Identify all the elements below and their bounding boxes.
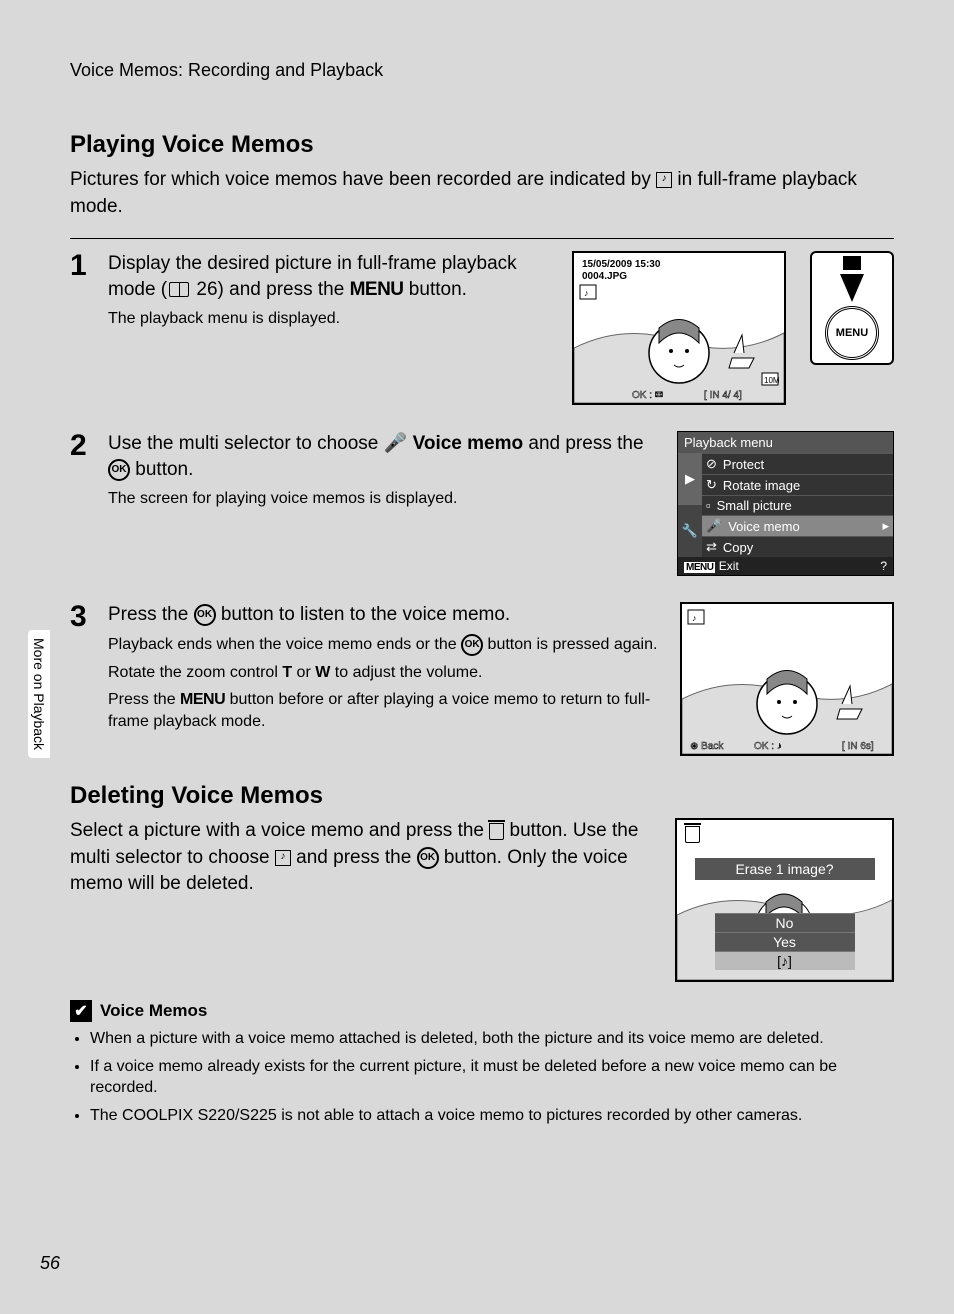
svg-text:OK : ♪: OK : ♪ [754,741,782,752]
step-number: 2 [70,431,98,461]
note-item: When a picture with a voice memo attache… [90,1028,894,1050]
menu-item-copy: ⇄Copy [702,536,893,557]
menu-item-small: ▫Small picture [702,495,893,515]
step-1: 1 Display the desired picture in full-fr… [70,251,894,405]
menu-title: Playback menu [678,432,893,453]
help-icon: ? [880,559,887,573]
notes-section: ✔ Voice Memos When a picture with a voic… [70,1000,894,1126]
ok-button-icon: OK [461,634,483,656]
svg-text:OK : ✉: OK : ✉ [632,390,663,401]
heading-deleting: Deleting Voice Memos [70,782,894,810]
ok-button-icon: OK [417,847,439,869]
voice-memo-icon: ♪ [656,172,672,188]
page-number: 56 [40,1253,60,1274]
heading-playing: Playing Voice Memos [70,131,894,159]
menu-button-circle: MENU [825,306,879,360]
arrow-down-icon [840,274,864,302]
menu-item-rotate: ↻Rotate image [702,474,893,495]
rotate-icon: ↻ [706,477,717,493]
trash-icon [489,823,504,840]
trash-icon [685,826,700,844]
delete-text: Select a picture with a voice memo and p… [70,818,655,898]
divider [70,238,894,239]
erase-option-no: No [715,913,855,932]
lcd-date: 15/05/2009 15:30 [582,259,661,270]
svg-text:10M: 10M [764,376,780,385]
menu-button-diagram: MENU [810,251,894,365]
voice-memo-file-icon: ♪ [275,850,291,866]
note-check-icon: ✔ [70,1000,92,1022]
step-number: 1 [70,251,98,281]
erase-option-yes: Yes [715,932,855,951]
note-title: Voice Memos [100,1001,207,1021]
play-tab-icon: ▶ [678,453,702,505]
mic-icon: 🎤 [384,433,413,454]
menu-item-protect: ⊘Protect [702,453,893,474]
setup-tab-icon: 🔧 [678,505,702,557]
svg-text:⊛ Back: ⊛ Back [690,741,724,752]
mic-icon: 🎤 [706,518,722,534]
step-3: 3 Press the OK button to listen to the v… [70,602,894,756]
playback-menu-screenshot: Playback menu ▶ 🔧 ⊘Protect ↻Rotate image… [677,431,894,576]
lcd-screenshot-3: ♪ ⊛ Back OK : ♪ [ IN 6s] [680,602,894,756]
step2-sub: The screen for playing voice memos is di… [108,488,667,510]
step-2: 2 Use the multi selector to choose 🎤 Voi… [70,431,894,576]
note-item: If a voice memo already exists for the c… [90,1056,894,1099]
chevron-right-icon: ▸ [882,518,889,534]
step1-sub: The playback menu is displayed. [108,308,562,330]
erase-question: Erase 1 image? [695,858,875,880]
side-tab: More on Playback [28,630,50,758]
lcd-screenshot-1: 15/05/2009 15:30 0004.JPG ♪ OK : ✉ [ IN … [572,251,786,405]
ok-button-icon: OK [194,604,216,626]
small-pic-icon: ▫ [706,498,711,513]
section-header: Voice Memos: Recording and Playback [70,60,894,81]
menu-item-voice-memo: 🎤Voice memo▸ [702,515,893,536]
step-number: 3 [70,602,98,632]
ok-button-icon: OK [108,459,130,481]
menu-word: MENU [350,279,404,300]
copy-icon: ⇄ [706,539,717,555]
svg-text:♪: ♪ [584,288,589,298]
svg-text:[ IN 4/ 4]: [ IN 4/ 4] [704,390,742,401]
note-item: The COOLPIX S220/S225 is not able to att… [90,1105,894,1127]
manual-ref-icon [169,282,189,297]
svg-text:[ IN 6s]: [ IN 6s] [842,741,874,752]
erase-dialog-screenshot: Erase 1 image? No Yes [♪] [675,818,894,982]
svg-text:♪: ♪ [692,613,697,623]
lcd-file: 0004.JPG [582,271,627,282]
protect-icon: ⊘ [706,456,717,472]
intro-playing: Pictures for which voice memos have been… [70,167,894,220]
erase-option-memo: [♪] [715,951,855,970]
